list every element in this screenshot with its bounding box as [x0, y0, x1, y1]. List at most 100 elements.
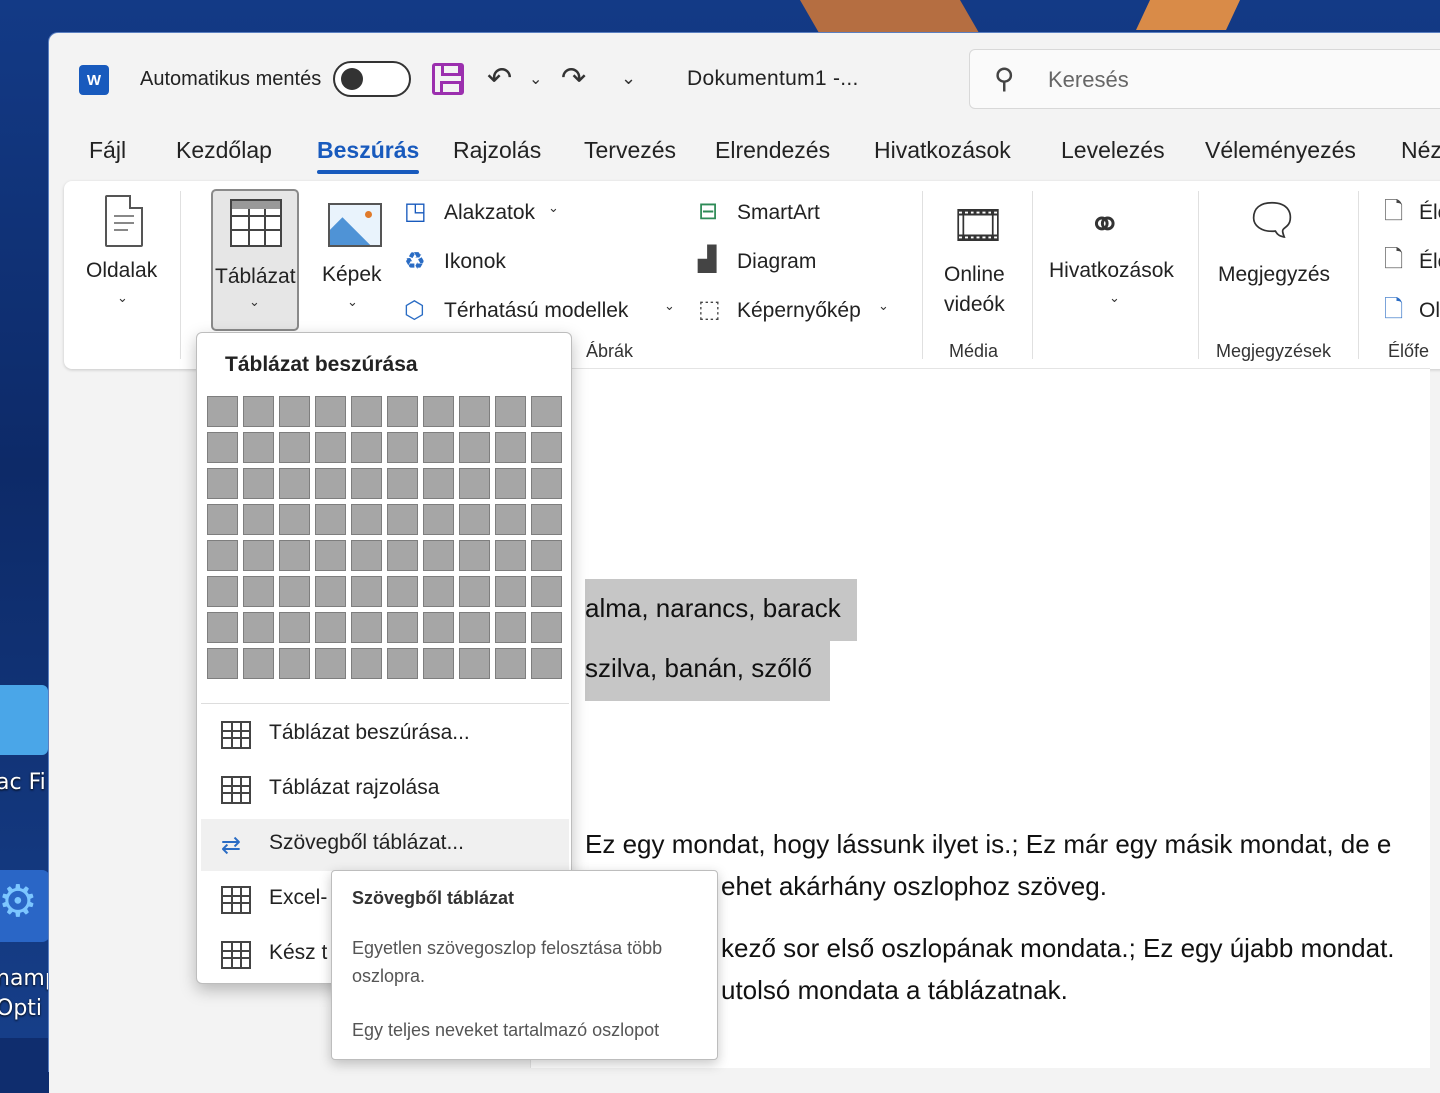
smartart-button[interactable]: SmartArt — [737, 201, 820, 225]
table-size-grid[interactable] — [207, 396, 563, 682]
grid-cell[interactable] — [243, 504, 274, 535]
grid-cell[interactable] — [423, 648, 454, 679]
grid-cell[interactable] — [243, 396, 274, 427]
grid-cell[interactable] — [315, 540, 346, 571]
pictures-button[interactable]: Képek — [322, 263, 382, 287]
grid-cell[interactable] — [387, 612, 418, 643]
draw-table-menu-item[interactable]: Táblázat rajzolása — [201, 764, 569, 816]
tab-fajl[interactable]: Fájl — [89, 137, 126, 164]
customize-toolbar-icon[interactable]: ⌄ — [621, 59, 636, 99]
grid-cell[interactable] — [351, 648, 382, 679]
grid-cell[interactable] — [423, 504, 454, 535]
document-line[interactable]: kező sor első oszlopának mondata.; Ez eg… — [721, 933, 1395, 964]
grid-cell[interactable] — [387, 468, 418, 499]
footer-button[interactable]: Élő — [1419, 250, 1440, 274]
grid-cell[interactable] — [243, 468, 274, 499]
tab-rajzolas[interactable]: Rajzolás — [453, 137, 541, 164]
grid-cell[interactable] — [351, 468, 382, 499]
grid-cell[interactable] — [495, 576, 526, 607]
grid-cell[interactable] — [279, 468, 310, 499]
3d-models-button[interactable]: Térhatású modellek — [444, 299, 628, 323]
grid-cell[interactable] — [387, 396, 418, 427]
grid-cell[interactable] — [495, 648, 526, 679]
grid-cell[interactable] — [387, 648, 418, 679]
grid-cell[interactable] — [315, 576, 346, 607]
grid-cell[interactable] — [243, 432, 274, 463]
grid-cell[interactable] — [315, 468, 346, 499]
grid-cell[interactable] — [387, 540, 418, 571]
save-icon[interactable] — [432, 63, 464, 95]
grid-cell[interactable] — [351, 540, 382, 571]
grid-cell[interactable] — [207, 504, 238, 535]
tab-velemenyezes[interactable]: Véleményezés — [1205, 137, 1356, 164]
document-line[interactable]: alma, narancs, barack — [585, 579, 857, 641]
insert-table-menu-item[interactable]: Táblázat beszúrása... — [201, 709, 569, 761]
tab-tervezes[interactable]: Tervezés — [584, 137, 676, 164]
undo-dropdown-chevron-icon[interactable]: ⌄ — [529, 59, 542, 99]
shapes-button[interactable]: Alakzatok — [444, 201, 535, 225]
grid-cell[interactable] — [495, 432, 526, 463]
text-to-table-menu-item[interactable]: ⇄ Szövegből táblázat... — [201, 819, 569, 871]
grid-cell[interactable] — [459, 432, 490, 463]
tab-hivatkozasok[interactable]: Hivatkozások — [874, 137, 1011, 164]
grid-cell[interactable] — [351, 576, 382, 607]
grid-cell[interactable] — [531, 612, 562, 643]
grid-cell[interactable] — [531, 468, 562, 499]
grid-cell[interactable] — [243, 648, 274, 679]
grid-cell[interactable] — [423, 396, 454, 427]
links-button[interactable]: Hivatkozások — [1049, 259, 1174, 283]
grid-cell[interactable] — [459, 648, 490, 679]
grid-cell[interactable] — [207, 540, 238, 571]
grid-cell[interactable] — [315, 504, 346, 535]
header-button[interactable]: Élő — [1419, 201, 1440, 225]
tab-elrendezes[interactable]: Elrendezés — [715, 137, 830, 164]
screenshot-button[interactable]: Képernyőkép — [737, 299, 861, 323]
undo-icon[interactable]: ↶ — [487, 59, 512, 99]
grid-cell[interactable] — [207, 396, 238, 427]
grid-cell[interactable] — [315, 648, 346, 679]
grid-cell[interactable] — [279, 648, 310, 679]
grid-cell[interactable] — [531, 432, 562, 463]
grid-cell[interactable] — [351, 432, 382, 463]
page-number-button[interactable]: Ol — [1419, 299, 1440, 323]
grid-cell[interactable] — [387, 504, 418, 535]
table-button[interactable]: Táblázat ⌄ — [211, 189, 299, 331]
tab-kezdolap[interactable]: Kezdőlap — [176, 137, 272, 164]
grid-cell[interactable] — [423, 540, 454, 571]
tab-levelezes[interactable]: Levelezés — [1061, 137, 1165, 164]
grid-cell[interactable] — [531, 576, 562, 607]
grid-cell[interactable] — [351, 612, 382, 643]
grid-cell[interactable] — [315, 432, 346, 463]
tab-nezet[interactable]: Néz — [1401, 137, 1440, 164]
mac-folder-icon[interactable] — [0, 685, 48, 755]
document-line[interactable]: ehet akárhány oszlophoz szöveg. — [721, 871, 1107, 902]
grid-cell[interactable] — [207, 612, 238, 643]
grid-cell[interactable] — [495, 540, 526, 571]
grid-cell[interactable] — [459, 540, 490, 571]
grid-cell[interactable] — [531, 540, 562, 571]
grid-cell[interactable] — [279, 432, 310, 463]
grid-cell[interactable] — [243, 576, 274, 607]
grid-cell[interactable] — [459, 468, 490, 499]
search-box[interactable]: ⚲ Keresés — [969, 49, 1440, 109]
chart-button[interactable]: Diagram — [737, 250, 816, 274]
grid-cell[interactable] — [279, 576, 310, 607]
online-video-button[interactable]: Online — [944, 263, 1005, 287]
grid-cell[interactable] — [243, 540, 274, 571]
document-line[interactable]: utolsó mondata a táblázatnak. — [721, 975, 1068, 1006]
grid-cell[interactable] — [315, 612, 346, 643]
document-line[interactable]: Ez egy mondat, hogy lássunk ilyet is.; E… — [585, 829, 1391, 860]
grid-cell[interactable] — [459, 612, 490, 643]
grid-cell[interactable] — [279, 540, 310, 571]
grid-cell[interactable] — [207, 468, 238, 499]
comment-button[interactable]: Megjegyzés — [1218, 263, 1330, 287]
grid-cell[interactable] — [279, 396, 310, 427]
grid-cell[interactable] — [351, 396, 382, 427]
grid-cell[interactable] — [495, 504, 526, 535]
grid-cell[interactable] — [351, 504, 382, 535]
grid-cell[interactable] — [423, 432, 454, 463]
document-line[interactable]: szilva, banán, szőlő — [585, 641, 830, 701]
grid-cell[interactable] — [387, 576, 418, 607]
grid-cell[interactable] — [459, 576, 490, 607]
grid-cell[interactable] — [459, 504, 490, 535]
